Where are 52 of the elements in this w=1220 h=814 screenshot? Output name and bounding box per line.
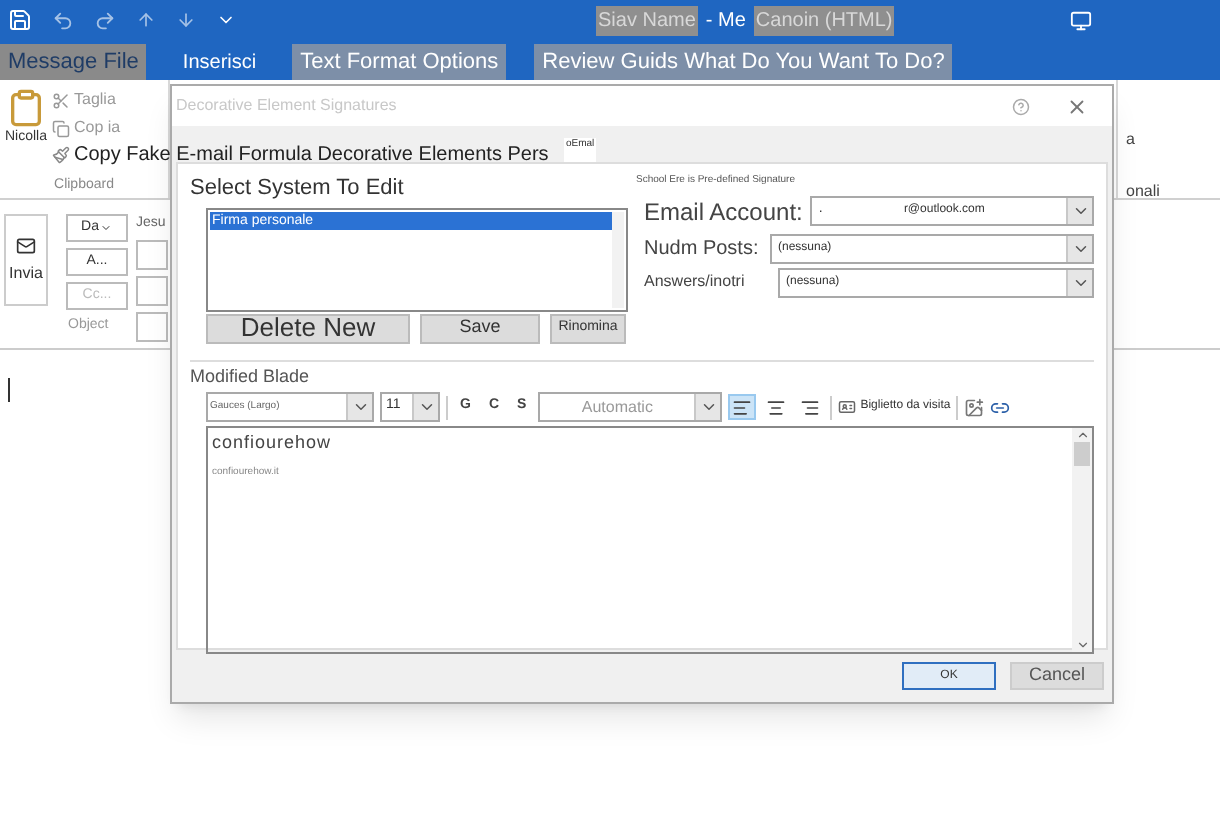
paintbrush-icon[interactable]	[52, 146, 70, 164]
signature-button[interactable]: Delete New	[206, 313, 410, 343]
to-field[interactable]	[136, 240, 168, 270]
format-painter-label[interactable]: Copy Fake E-mail Formula Decorative Elements Pers	[74, 140, 549, 170]
arrow-down-icon[interactable]	[176, 10, 196, 30]
mail-icon	[16, 235, 36, 255]
arrow-up-icon[interactable]	[136, 10, 156, 30]
window-title: Siav Name	[596, 5, 698, 35]
align-left-icon	[732, 397, 753, 417]
save-icon[interactable]	[8, 8, 32, 32]
copy-icon[interactable]	[52, 119, 70, 137]
dialog-button[interactable]: Cancel	[1010, 662, 1104, 690]
ribbon-label: onali	[1126, 180, 1162, 204]
section-heading: Modified Blade	[190, 363, 312, 389]
ribbon-label: a	[1126, 128, 1137, 152]
text-cursor	[8, 378, 10, 402]
scrollbar[interactable]	[1072, 428, 1092, 652]
chevron-down-icon	[1071, 202, 1089, 220]
align-center-icon	[766, 397, 787, 417]
link-icon[interactable]	[990, 397, 1011, 417]
close-icon[interactable]	[1066, 95, 1088, 117]
image-icon[interactable]	[964, 397, 985, 417]
select-value: Automatic	[579, 395, 655, 419]
window-title: - Me	[705, 7, 746, 35]
scroll-up-icon[interactable]	[1075, 428, 1089, 442]
caret-icon	[100, 222, 113, 234]
card-icon	[838, 398, 857, 416]
redo-icon[interactable]	[94, 9, 116, 31]
chevron-down-icon	[417, 398, 435, 416]
chevron-down-icon	[351, 398, 369, 416]
help-icon[interactable]	[1012, 97, 1030, 115]
cc-field[interactable]	[136, 276, 168, 306]
monitor-icon[interactable]	[1070, 9, 1092, 31]
scroll-thumb[interactable]	[1074, 442, 1090, 466]
window-title: Canoin (HTML)	[753, 5, 895, 35]
scissors-icon[interactable]	[52, 91, 70, 109]
scroll-down-icon[interactable]	[1075, 638, 1089, 652]
paste-icon[interactable]	[6, 88, 46, 128]
field-label: Email Account:	[644, 195, 803, 229]
section-heading: Select System To Edit	[190, 174, 406, 204]
undo-icon[interactable]	[52, 9, 74, 31]
signature-button[interactable]: Save	[420, 313, 540, 343]
align-right-icon	[800, 397, 821, 417]
chevron-down-icon	[699, 398, 718, 416]
scrollbar[interactable]	[612, 211, 624, 307]
ribbon-tab[interactable]: Inserisci	[174, 44, 265, 80]
field-label: Nudm Posts:	[644, 235, 761, 263]
field-label: Answers/inotri	[644, 270, 747, 294]
editor-text: confiourehow	[212, 430, 334, 456]
align-button[interactable]	[728, 394, 757, 420]
send-button[interactable]: Invia	[4, 214, 48, 306]
subject-field[interactable]	[136, 312, 168, 342]
